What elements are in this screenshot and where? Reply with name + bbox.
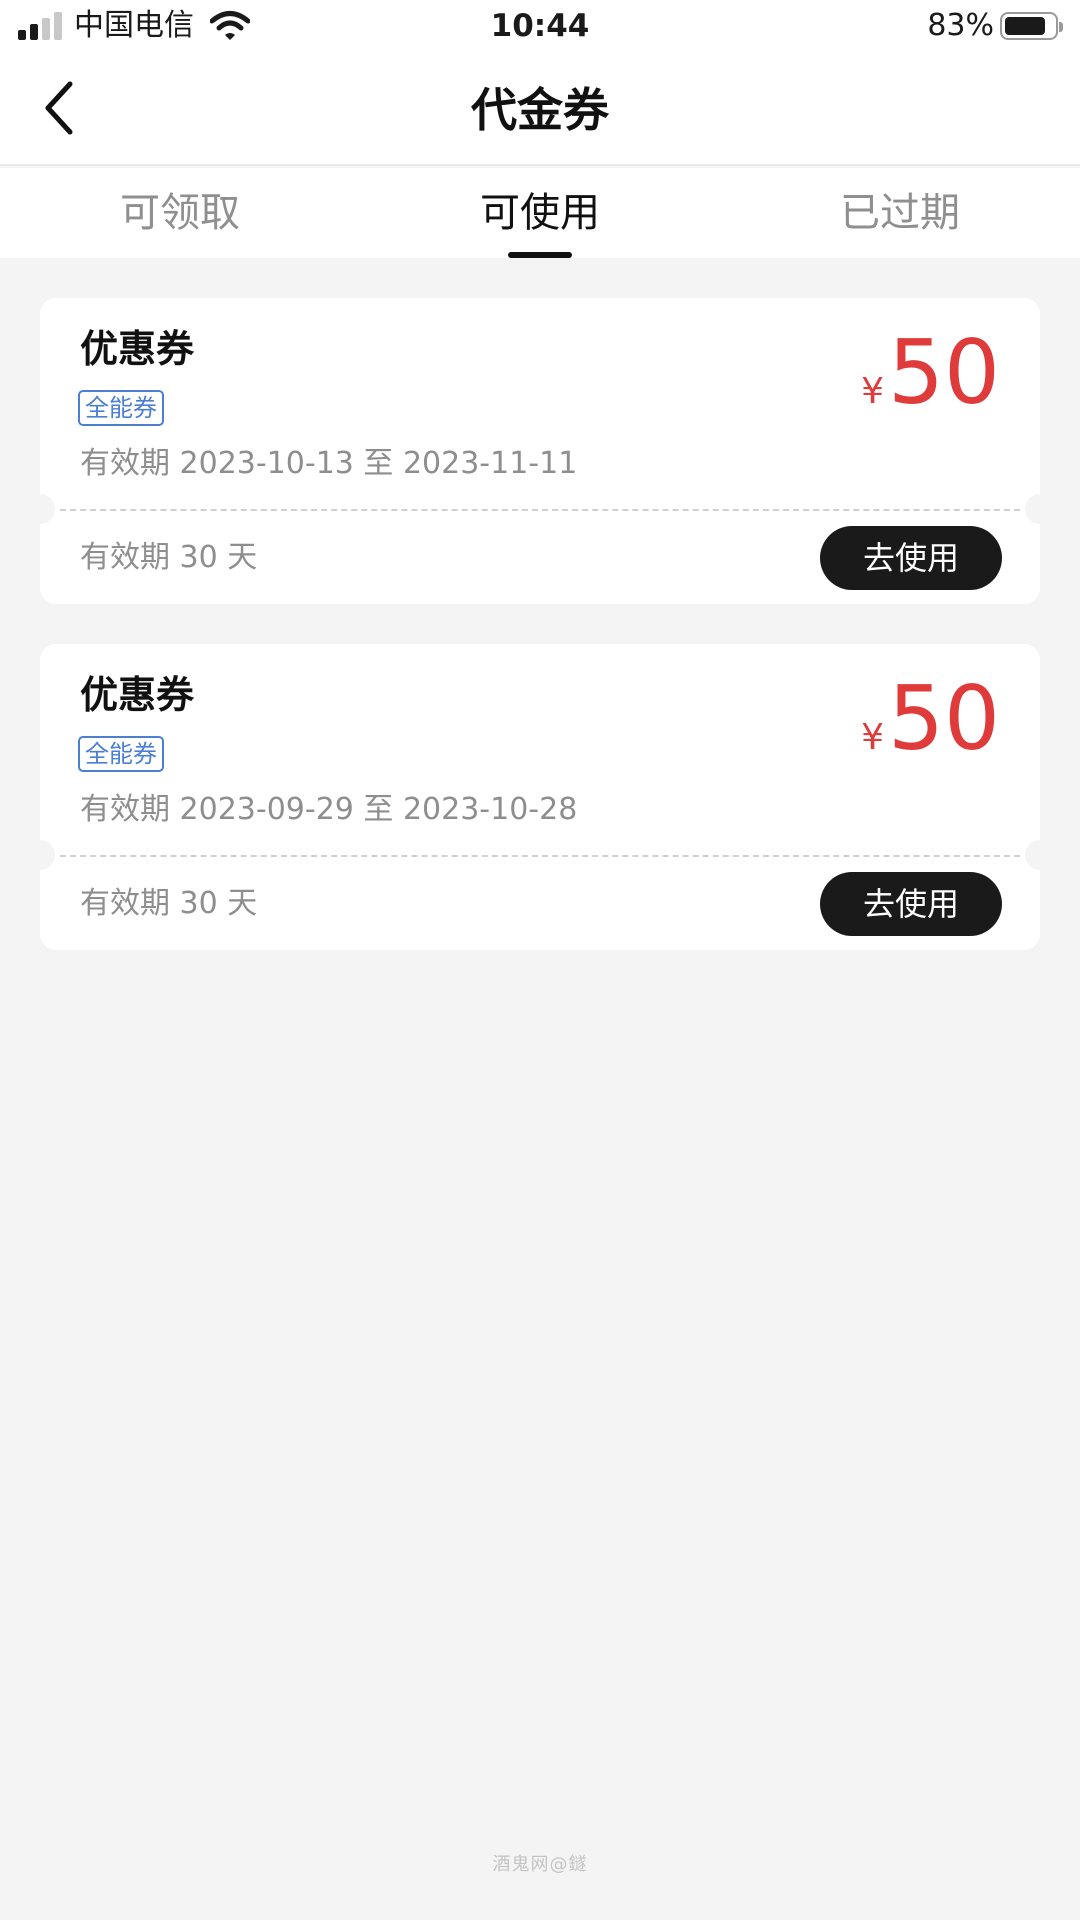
back-button[interactable]: [36, 78, 92, 138]
coupon-name: 优惠券: [80, 327, 195, 371]
status-bar: 中国电信 10:44 83%: [0, 0, 1080, 54]
active-tab-indicator: [508, 252, 572, 258]
watermark: 酒鬼网@鐩: [492, 1854, 588, 1875]
coupon-type-badge: 全能券: [78, 390, 164, 426]
coupon-validity: 有效期 30 天: [80, 540, 258, 575]
coupon-value: 50: [888, 667, 1000, 770]
dashed-divider: [60, 855, 1020, 857]
battery-icon: [1000, 12, 1063, 40]
coupon-amount: ¥50: [861, 328, 1000, 418]
coupon-date-range: 有效期 2023-10-13 至 2023-11-11: [80, 446, 578, 481]
ticket-notch-left: [25, 840, 55, 870]
coupon-date-range: 有效期 2023-09-29 至 2023-10-28: [80, 792, 578, 827]
tab-claimable[interactable]: 可领取: [0, 168, 360, 258]
ticket-notch-right: [1025, 840, 1055, 870]
ticket-notch-right: [1025, 494, 1055, 524]
battery-percentage: 83%: [927, 8, 994, 43]
coupon-tabs: 可领取 可使用 已过期: [0, 168, 1080, 258]
coupon-value: 50: [888, 321, 1000, 424]
coupon-type-badge: 全能券: [78, 736, 164, 772]
coupon-validity: 有效期 30 天: [80, 886, 258, 921]
coupon-card: 优惠券 全能券 有效期 2023-10-13 至 2023-11-11 ¥50 …: [25, 298, 1055, 604]
use-coupon-button[interactable]: 去使用: [820, 872, 1002, 936]
coupon-list: 优惠券 全能券 有效期 2023-10-13 至 2023-11-11 ¥50 …: [25, 298, 1055, 990]
use-coupon-button[interactable]: 去使用: [820, 526, 1002, 590]
currency-symbol: ¥: [861, 371, 885, 412]
dashed-divider: [60, 509, 1020, 511]
status-time: 10:44: [490, 8, 590, 44]
chevron-left-icon: [45, 81, 73, 135]
page-title: 代金券: [471, 83, 609, 137]
currency-symbol: ¥: [861, 717, 885, 758]
tab-usable[interactable]: 可使用: [360, 168, 720, 258]
coupon-card: 优惠券 全能券 有效期 2023-09-29 至 2023-10-28 ¥50 …: [25, 644, 1055, 950]
navigation-bar: 代金券: [0, 54, 1080, 166]
tab-expired[interactable]: 已过期: [720, 168, 1080, 258]
coupon-amount: ¥50: [861, 674, 1000, 764]
ticket-notch-left: [25, 494, 55, 524]
coupon-name: 优惠券: [80, 673, 195, 717]
